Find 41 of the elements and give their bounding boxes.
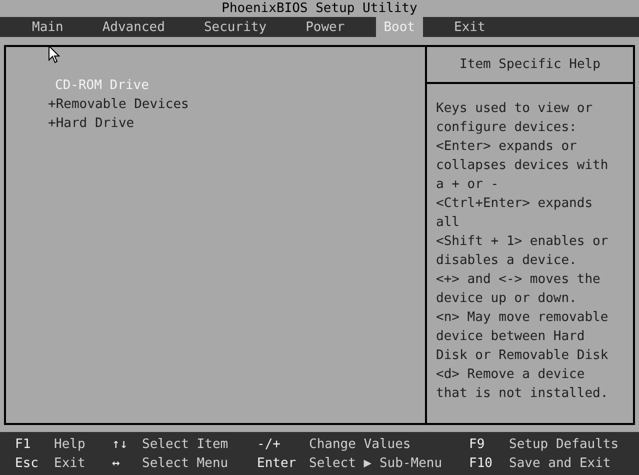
- key-action: Save and Exit: [509, 454, 612, 472]
- key-name: F9: [469, 436, 486, 454]
- help-text-line: <+> and <-> moves the: [436, 271, 602, 289]
- key-name: ↑↓: [112, 436, 129, 454]
- help-text-line: Disk or Removable Disk: [436, 347, 610, 365]
- key-action: Change Values: [309, 436, 412, 454]
- help-text-line: Keys used to view or: [436, 100, 594, 118]
- help-text-line: configure devices:: [436, 119, 578, 137]
- key-action: Select ▶ Sub-Menu: [309, 454, 444, 472]
- key-action: Setup Defaults: [509, 436, 620, 454]
- key-name: F1: [15, 436, 32, 454]
- key-action: Select Menu: [142, 454, 230, 472]
- key-name: Esc: [15, 454, 40, 472]
- key-name: F10: [469, 454, 494, 472]
- help-text-line: <Shift + 1> enables or: [436, 233, 610, 251]
- key-name: ↔: [112, 454, 121, 472]
- window-title: PhoenixBIOS Setup Utility: [222, 0, 418, 18]
- help-text-line: <Ctrl+Enter> expands: [436, 195, 594, 213]
- menu-tab[interactable]: Main: [24, 17, 72, 37]
- help-text-line: all: [436, 214, 460, 232]
- help-text-line: <n> May move removable: [436, 309, 610, 327]
- menu-tab[interactable]: Advanced: [94, 17, 173, 37]
- help-text-line: device between Hard: [436, 328, 586, 346]
- key-name: -/+: [257, 436, 282, 454]
- key-action: Help: [54, 436, 86, 454]
- help-text-line: a + or -: [436, 176, 500, 194]
- boot-device-item[interactable]: +Hard Drive: [48, 116, 134, 131]
- boot-device-item[interactable]: +Removable Devices: [48, 97, 189, 112]
- menu-tab[interactable]: Security: [196, 17, 275, 37]
- key-name: Enter: [257, 454, 298, 472]
- key-action: Exit: [54, 454, 86, 472]
- help-text-line: collapses devices with: [436, 157, 610, 175]
- menu-tab[interactable]: Power: [298, 17, 353, 37]
- key-action: Select Item: [142, 436, 230, 454]
- help-title: Item Specific Help: [460, 56, 600, 74]
- help-text-line: that is not installed.: [436, 385, 610, 403]
- help-text-line: device up or down.: [436, 290, 578, 308]
- help-text-line: <Enter> expands or: [436, 138, 578, 156]
- help-text-line: disables a device.: [436, 252, 578, 270]
- help-text-line: <d> Remove a device: [436, 366, 586, 384]
- menu-tab[interactable]: Exit: [446, 17, 494, 37]
